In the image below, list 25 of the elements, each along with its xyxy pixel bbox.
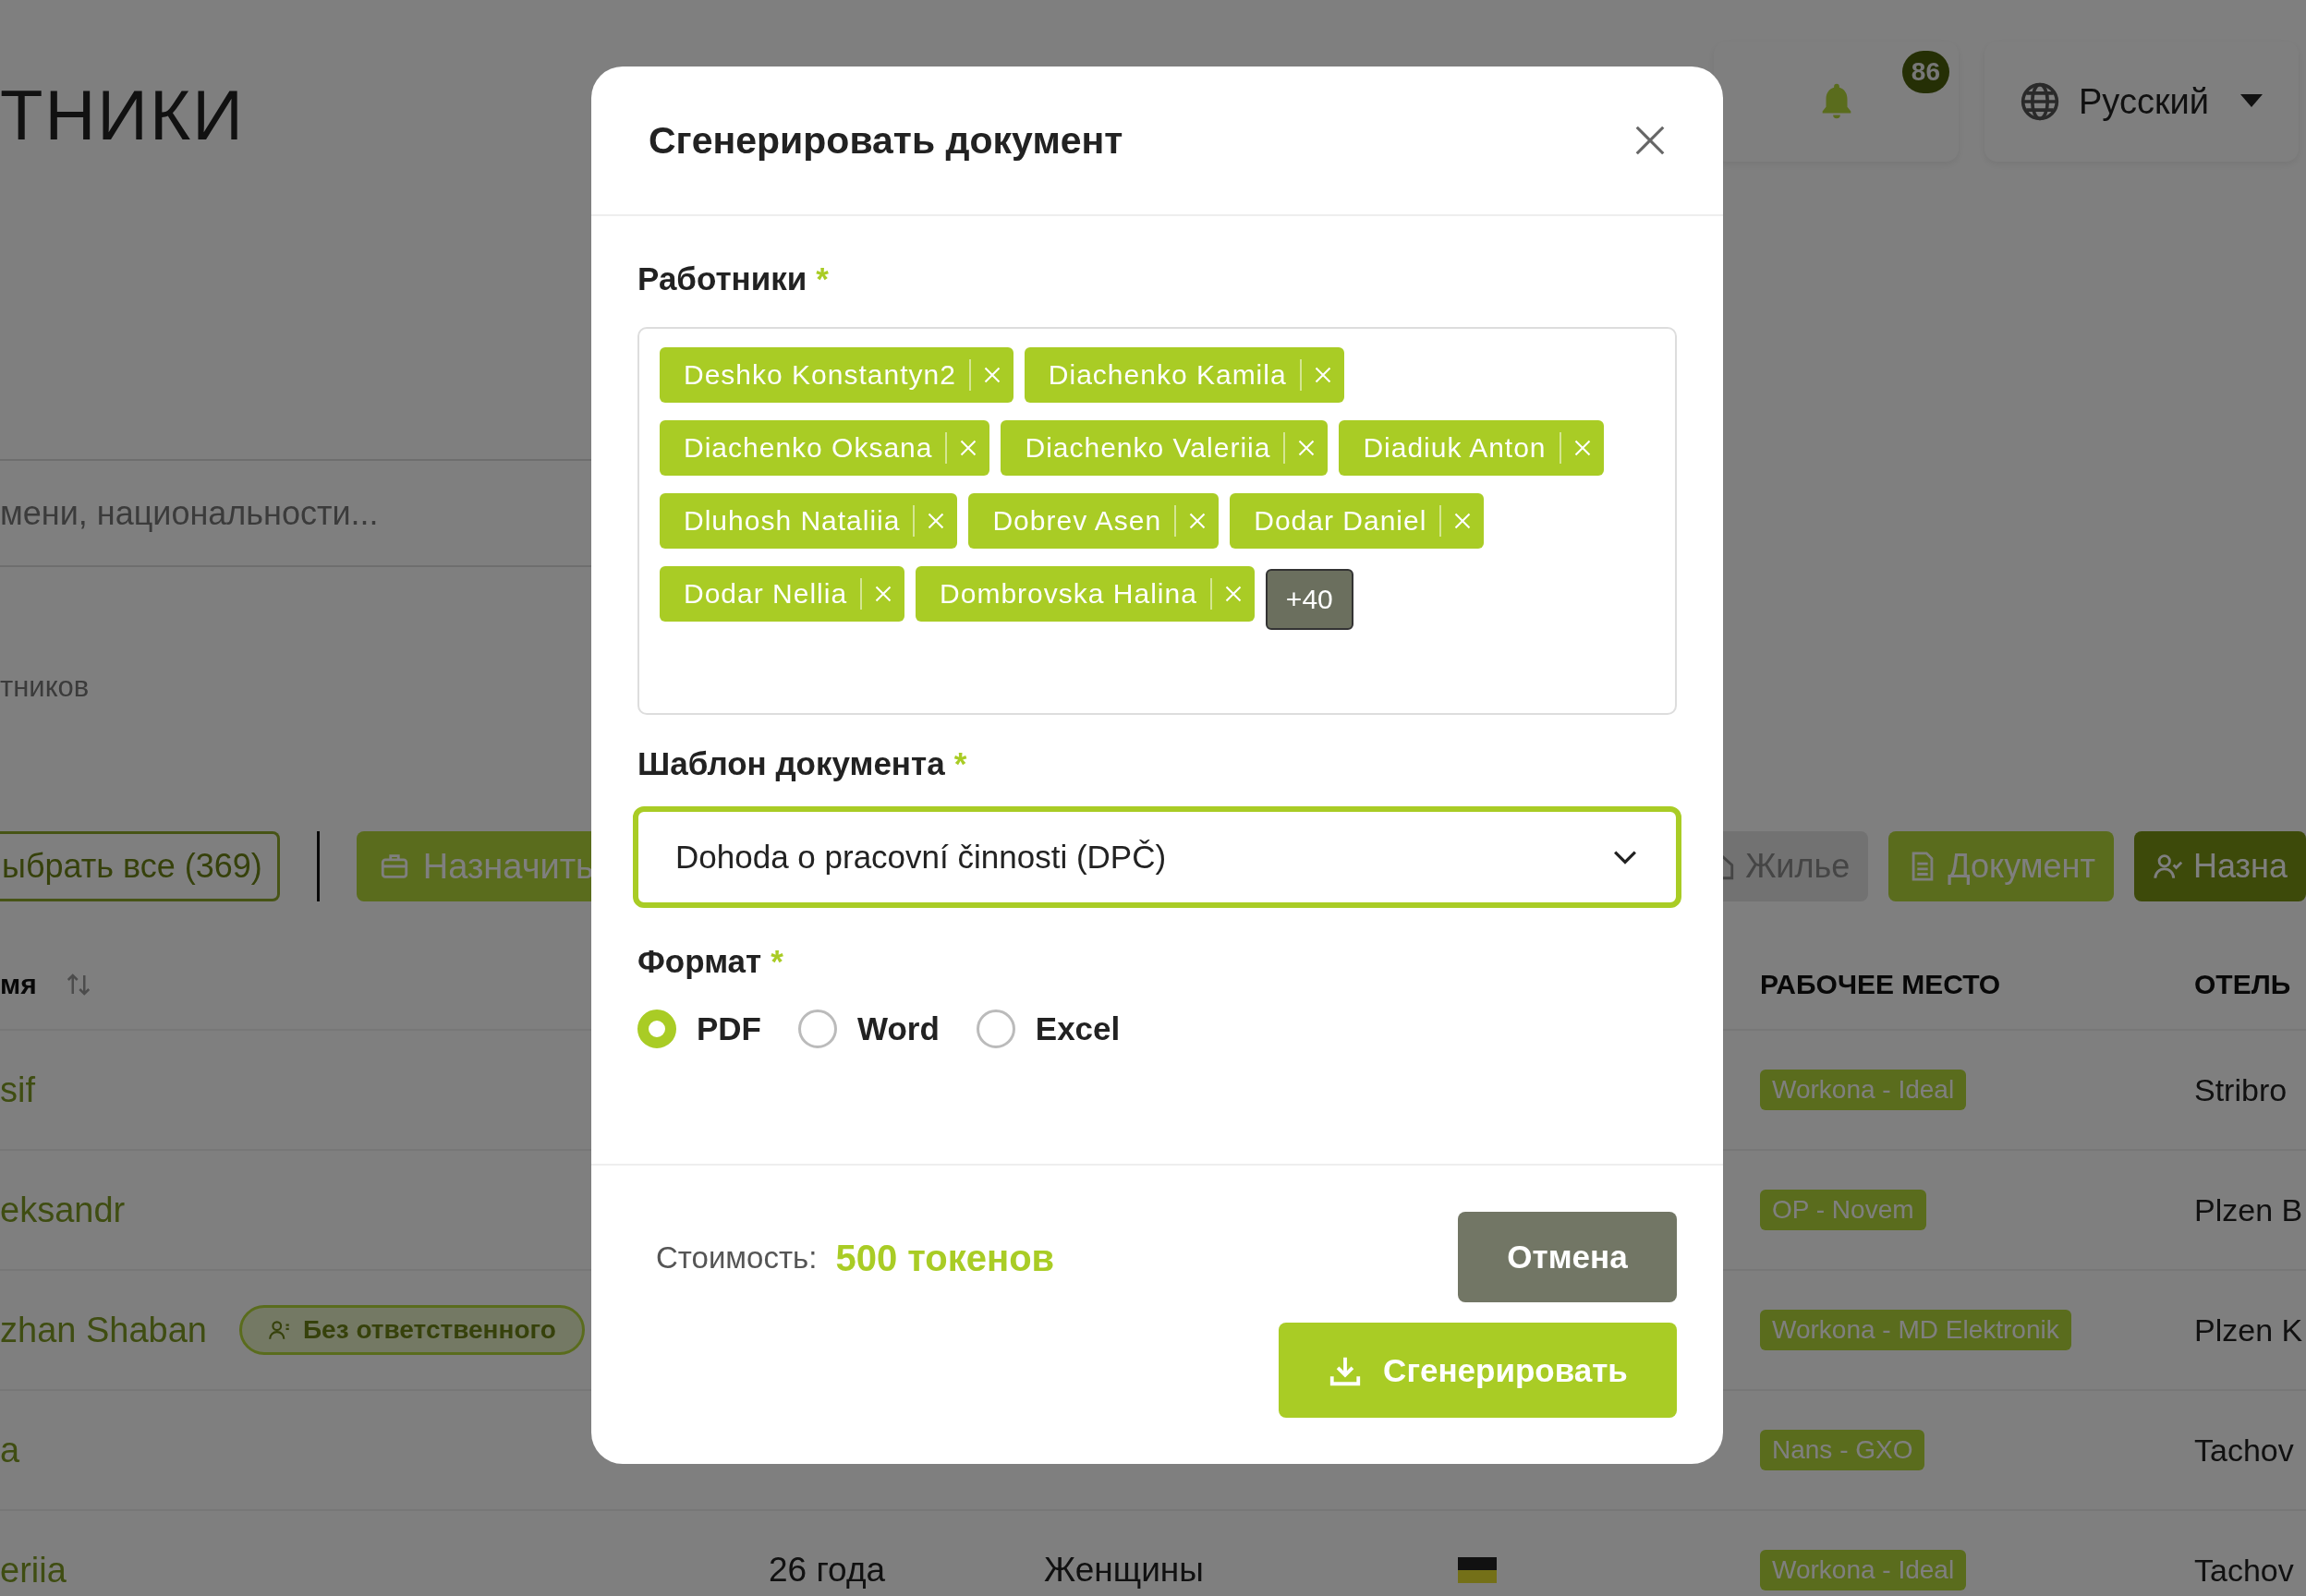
- workplace-tag: Nans - GXO: [1760, 1430, 1925, 1470]
- workplace-tag: Workona - Ideal: [1760, 1070, 1967, 1110]
- hotel-cell: Stribro: [2194, 1071, 2288, 1108]
- page-title: ТНИКИ: [0, 80, 245, 156]
- hotel-cell: Tachov: [2194, 1552, 2294, 1589]
- subtitle: тников: [0, 671, 91, 704]
- field-label: Шаблон документа: [637, 745, 945, 782]
- workplace-tag: OP - Novem: [1760, 1190, 1926, 1230]
- cost-value: 500 токенов: [835, 1237, 1055, 1279]
- workplace-tag: Workona - Ideal: [1760, 1550, 1967, 1590]
- gender-cell: Женщины: [1044, 1551, 1204, 1590]
- dialog-title: Сгенерировать документ: [649, 118, 1123, 163]
- field-label: Работники: [637, 260, 807, 297]
- notification-badge: 86: [1901, 51, 1949, 93]
- required-mark: *: [771, 943, 783, 980]
- age-cell: 26 года: [769, 1551, 886, 1590]
- required-mark: *: [953, 745, 967, 782]
- required-mark: *: [816, 260, 829, 297]
- workplace-tag: Workona - MD Elektronik: [1760, 1310, 2071, 1350]
- hotel-cell: Tachov: [2194, 1432, 2294, 1469]
- cost-label: Стоимость:: [656, 1240, 818, 1276]
- hotel-cell: Plzen K: [2194, 1312, 2303, 1348]
- hotel-cell: Plzen B: [2194, 1191, 2303, 1228]
- status-badge: Без ответственного: [239, 1305, 585, 1355]
- field-label: Формат: [637, 943, 762, 980]
